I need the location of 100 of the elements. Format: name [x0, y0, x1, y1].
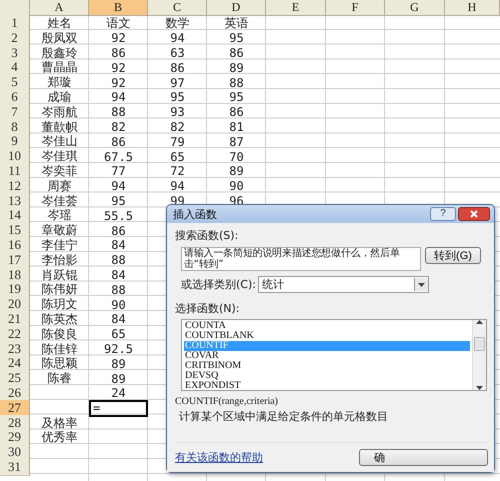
table-cell-text: 李怡影 [40, 252, 78, 269]
scroll-up-icon[interactable] [476, 320, 483, 324]
table-cell-text: 周赛 [46, 178, 72, 195]
table-cell-text: 89 [110, 370, 127, 388]
table-cell-text: 70 [228, 148, 245, 166]
go-button[interactable]: 转到(G) [425, 247, 481, 264]
table-cell-text: 90 [110, 296, 127, 314]
table-cell-text: 优秀率 [40, 429, 78, 446]
table-cell-text: 殷凤双 [40, 30, 78, 47]
column-header[interactable]: B [89, 0, 148, 16]
table-cell-text: 章敬蔚 [40, 222, 78, 238]
table-cell-text: 88 [110, 282, 127, 298]
table-cell-text: 董歖帜 [40, 118, 78, 135]
table-cell-text: 殷鑫玲 [40, 44, 78, 61]
table-cell-text: 及格率 [40, 414, 78, 431]
list-item[interactable]: COUNTBLANK [184, 331, 470, 341]
table-cell-text: 92 [110, 30, 127, 47]
column-header[interactable]: H [445, 0, 500, 16]
column-header[interactable]: F [326, 0, 385, 16]
table-cell-text: 88 [228, 74, 245, 92]
table-cell-text: 86 [110, 134, 127, 150]
table-cell-text: 63 [169, 45, 186, 62]
table-cell-text: 93 [169, 104, 186, 121]
table-cell-text: 94 [110, 89, 127, 106]
field-label: 搜索函数(S): [175, 228, 240, 243]
list-item[interactable]: DEVSQ [184, 371, 470, 381]
table-cell-text: 77 [110, 163, 127, 180]
category-dropdown[interactable]: 统计 [258, 276, 429, 293]
dropdown-arrow-icon[interactable] [418, 282, 425, 286]
table-cell-text: 95 [110, 193, 127, 210]
table-cell-text: 65 [169, 148, 186, 166]
search-field[interactable]: 请输入一条简短的说明来描述您想做什么，然后单击“转到” [181, 247, 421, 271]
help-link[interactable]: 有关该函数的帮助 [175, 450, 263, 465]
table-cell-text: 岑佳山 [40, 133, 78, 150]
scroll-down-icon[interactable] [476, 386, 483, 390]
table-cell-text: 79 [169, 134, 186, 150]
list-item[interactable]: COUNTA [184, 321, 470, 331]
ok-button[interactable]: 确 [359, 449, 488, 466]
list-item[interactable]: COVAR [184, 351, 470, 361]
table-cell-text: 岑奕菲 [40, 162, 78, 180]
column-header[interactable]: D [207, 0, 266, 16]
table-cell-text: 94 [110, 178, 127, 195]
dialog-title: 插入函数 [173, 206, 217, 222]
field-label: 选择函数(N): [175, 302, 240, 315]
table-cell-text: 英语 [224, 15, 250, 32]
table-cell-text: 86 [228, 45, 245, 62]
table-cell-text: 81 [228, 119, 245, 136]
table-cell-text: 89 [110, 356, 127, 372]
close-button[interactable] [458, 207, 490, 221]
scrollbar-thumb[interactable] [474, 337, 485, 351]
table-cell-text: 67.5 [103, 148, 134, 166]
close-icon [470, 210, 478, 218]
table-cell-text: 95 [228, 30, 245, 47]
active-cell: = [89, 400, 148, 417]
column-header[interactable]: A [30, 0, 89, 16]
table-cell-text: 92.5 [103, 341, 134, 358]
table-cell-text: 89 [228, 163, 245, 180]
table-cell-text: 82 [169, 119, 186, 136]
table-cell-text: 97 [169, 74, 186, 92]
table-cell-text: 陈英杰 [40, 310, 78, 328]
column-header[interactable]: C [148, 0, 207, 16]
list-item[interactable]: CRITBINOM [184, 361, 470, 371]
field-label: 或选择类别(C): [181, 277, 256, 292]
table-cell-text: 语文 [106, 15, 132, 32]
table-cell-text: 89 [228, 60, 245, 76]
table-cell-text: 肖跃锟 [40, 266, 78, 283]
table-cell-text: 陈玥文 [40, 296, 78, 313]
table-cell-text: 95 [169, 89, 186, 106]
table-cell-text: 岑佳荟 [40, 192, 78, 209]
table-cell-text: 86 [228, 104, 245, 121]
table-cell-text: 岑佳琪 [40, 148, 78, 165]
table-cell-text: 陈思颖 [40, 355, 78, 372]
corner-cell[interactable] [0, 0, 30, 16]
list-item[interactable]: EXPONDIST [184, 381, 470, 391]
table-cell-text: 岑雨航 [40, 104, 78, 121]
table-cell-text: 24 [110, 385, 127, 402]
function-signature: COUNTIF(range,criteria) [175, 396, 280, 407]
table-cell-text: 曹晶晶 [40, 59, 78, 76]
table-cell-text: 84 [110, 237, 127, 254]
table-cell-text: 94 [169, 30, 186, 47]
column-header[interactable]: G [385, 0, 445, 16]
table-cell-text: 86 [110, 45, 127, 62]
table-cell-text: 李佳宁 [40, 236, 78, 254]
table-cell-text: 72 [169, 163, 186, 180]
row-header[interactable]: 31 [0, 458, 30, 476]
table-cell-text: 92 [110, 74, 127, 92]
table-cell-text: 88 [110, 252, 127, 269]
table-cell-text: 88 [110, 104, 127, 121]
table-cell-text: 陈佳锌 [40, 340, 78, 357]
table-cell-text: 陈俊良 [40, 326, 78, 343]
table-cell-text: 郑璇 [46, 74, 72, 91]
table-cell-text: 84 [110, 267, 127, 284]
table-cell-text: 84 [110, 311, 127, 328]
table-cell-text: 82 [110, 119, 127, 136]
help-button[interactable]: ? [430, 207, 456, 221]
table-cell-text: 55.5 [103, 208, 134, 224]
table-cell-text: 陈睿 [46, 370, 72, 388]
table-cell-text: 90 [228, 178, 245, 195]
column-header[interactable]: E [266, 0, 326, 16]
table-cell-text: 92 [110, 60, 127, 76]
